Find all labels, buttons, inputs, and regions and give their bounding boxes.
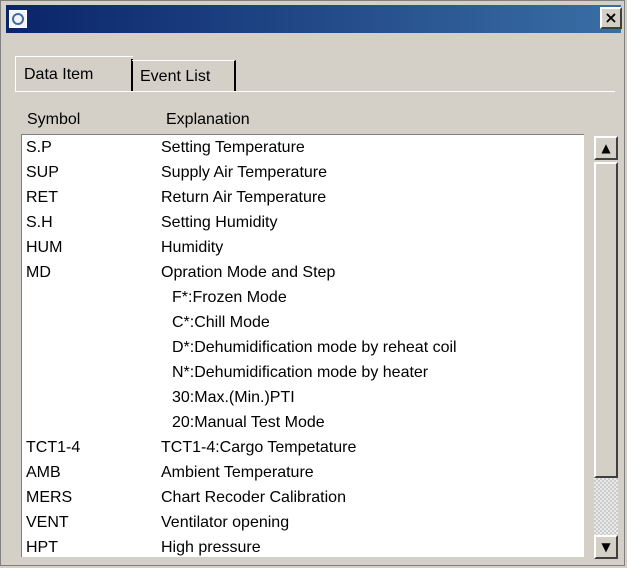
item-explanation: High pressure	[161, 539, 261, 556]
item-symbol: RET	[26, 189, 58, 206]
item-symbol: S.P	[26, 139, 52, 156]
scrollbar-thumb[interactable]	[594, 162, 618, 478]
title-bar[interactable]: ×	[6, 5, 622, 33]
dialog-window: × Data Item Event List Symbol Explanatio…	[0, 0, 625, 566]
item-explanation: N*:Dehumidification mode by heater	[172, 364, 429, 381]
item-explanation: D*:Dehumidification mode by reheat coil	[172, 339, 457, 356]
list-item[interactable]: F*:Frozen Mode	[22, 285, 584, 310]
tab-event-list[interactable]: Event List	[132, 60, 236, 92]
tab-data-item-label: Data Item	[24, 65, 94, 83]
close-button[interactable]: ×	[600, 7, 622, 29]
app-icon[interactable]	[9, 10, 27, 28]
list-item[interactable]: MD Opration Mode and Step	[22, 260, 584, 285]
item-symbol: SUP	[26, 164, 59, 181]
tab-panel-border	[15, 91, 615, 92]
item-symbol: HUM	[26, 239, 63, 256]
list-item[interactable]: S.H Setting Humidity	[22, 210, 584, 235]
list-item[interactable]: 30:Max.(Min.)PTI	[22, 385, 584, 410]
list-item[interactable]: MERS Chart Recoder Calibration	[22, 485, 584, 510]
list-item[interactable]: AMB Ambient Temperature	[22, 460, 584, 485]
item-symbol: MD	[26, 264, 51, 281]
item-symbol: MERS	[26, 489, 73, 506]
list-item[interactable]: S.P Setting Temperature	[22, 135, 584, 160]
scroll-down-button[interactable]: ▼	[594, 535, 618, 559]
list-item[interactable]: N*:Dehumidification mode by heater	[22, 360, 584, 385]
data-item-list[interactable]: S.P Setting Temperature SUP Supply Air Temp…	[21, 134, 584, 557]
item-explanation: Chart Recoder Calibration	[161, 489, 346, 506]
scroll-up-button[interactable]: ▲	[594, 136, 618, 160]
list-item[interactable]: VENT Ventilator opening	[22, 510, 584, 535]
item-explanation: Opration Mode and Step	[161, 264, 336, 281]
list-item[interactable]: HPT High pressure	[22, 535, 584, 557]
list-item[interactable]: SUP Supply Air Temperature	[22, 160, 584, 185]
item-explanation: Ambient Temperature	[161, 464, 314, 481]
app-icon-ring	[12, 13, 24, 25]
list-item[interactable]: C*:Chill Mode	[22, 310, 584, 335]
list-item[interactable]: 20:Manual Test Mode	[22, 410, 584, 435]
arrow-up-icon: ▲	[601, 141, 611, 155]
item-symbol: TCT1-4	[26, 439, 81, 456]
list-item[interactable]: RET Return Air Temperature	[22, 185, 584, 210]
tab-data-item[interactable]: Data Item	[15, 56, 133, 92]
item-symbol: HPT	[26, 539, 58, 556]
item-explanation: Setting Temperature	[161, 139, 305, 156]
column-header-explanation: Explanation	[166, 111, 250, 128]
tab-event-list-label: Event List	[140, 67, 211, 85]
item-explanation: 30:Max.(Min.)PTI	[172, 389, 295, 406]
item-explanation: Return Air Temperature	[161, 189, 327, 206]
item-explanation: C*:Chill Mode	[172, 314, 270, 331]
item-explanation: F*:Frozen Mode	[172, 289, 287, 306]
item-explanation: Ventilator opening	[161, 514, 290, 531]
item-explanation: Humidity	[161, 239, 224, 256]
list-item[interactable]: TCT1-4 TCT1-4:Cargo Tempetature	[22, 435, 584, 460]
item-symbol: VENT	[26, 514, 69, 531]
column-header-symbol: Symbol	[27, 111, 81, 128]
item-explanation: Setting Humidity	[161, 214, 278, 231]
item-explanation: TCT1-4:Cargo Tempetature	[161, 439, 357, 456]
list-item[interactable]: D*:Dehumidification mode by reheat coil	[22, 335, 584, 360]
vertical-scrollbar[interactable]: ▲ ▼	[594, 136, 620, 561]
item-explanation: 20:Manual Test Mode	[172, 414, 325, 431]
arrow-down-icon: ▼	[601, 540, 611, 554]
item-explanation: Supply Air Temperature	[161, 164, 328, 181]
item-symbol: AMB	[26, 464, 61, 481]
item-symbol: S.H	[26, 214, 53, 231]
list-item[interactable]: HUM Humidity	[22, 235, 584, 260]
